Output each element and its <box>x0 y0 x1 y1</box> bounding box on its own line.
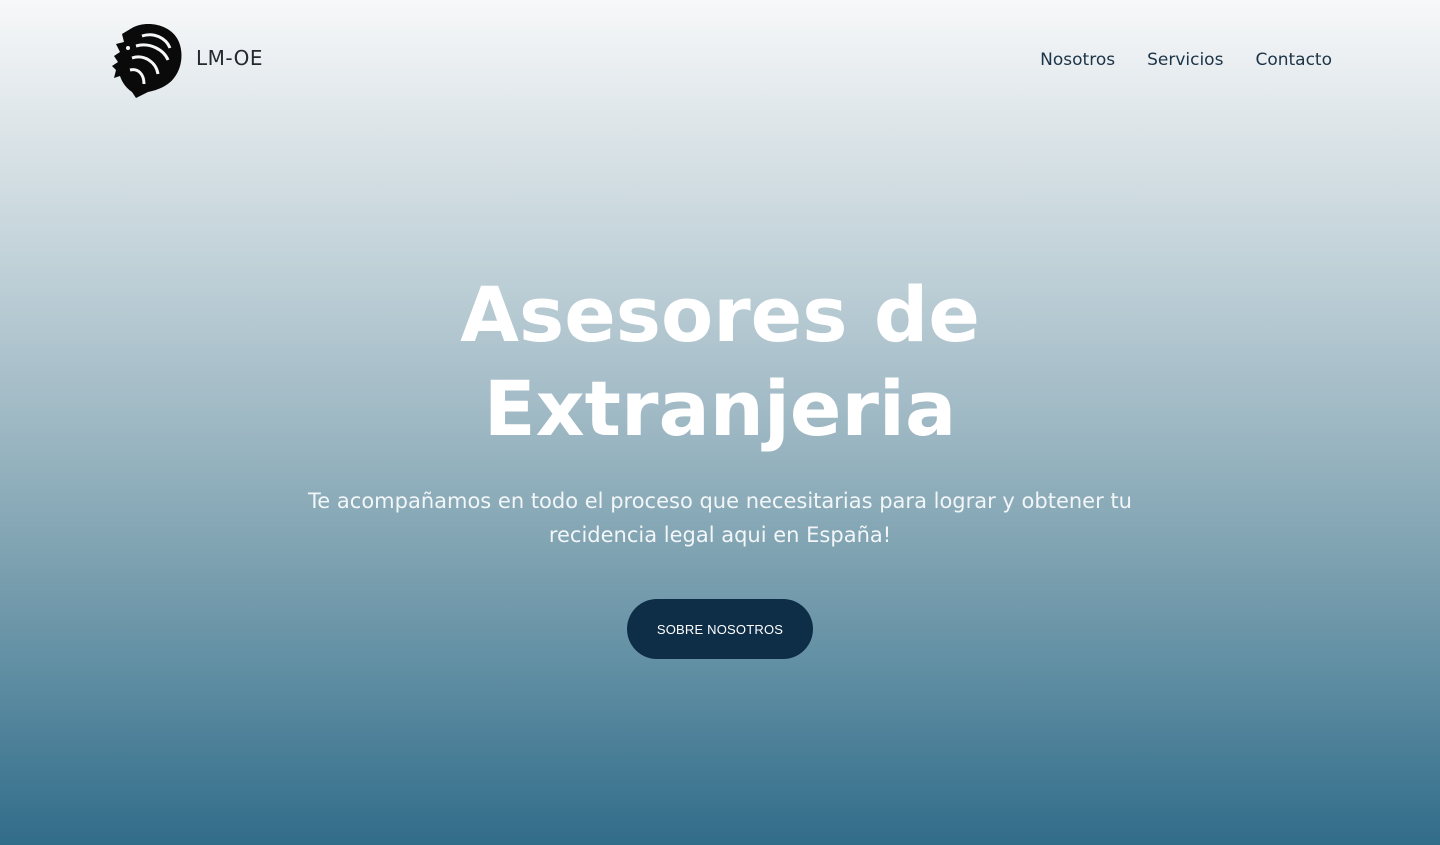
nav-link-nosotros[interactable]: Nosotros <box>1040 50 1115 70</box>
main-nav: Nosotros Servicios Contacto <box>1040 50 1332 70</box>
hero-title: Asesores de Extranjeria <box>0 268 1440 456</box>
site-header: LM-OE Nosotros Servicios Contacto <box>0 0 1440 120</box>
hero-subtitle-line-1: Te acompañamos en todo el proceso que ne… <box>308 489 1132 513</box>
hero-title-line-1: Asesores de <box>460 270 980 359</box>
lion-head-icon[interactable] <box>112 22 184 100</box>
sobre-nosotros-button[interactable]: SOBRE NOSOTROS <box>627 599 813 659</box>
nav-link-contacto[interactable]: Contacto <box>1255 50 1332 70</box>
nav-link-servicios[interactable]: Servicios <box>1147 50 1223 70</box>
brand-name[interactable]: LM-OE <box>196 46 263 70</box>
hero-subtitle: Te acompañamos en todo el proceso que ne… <box>300 484 1140 552</box>
hero-subtitle-line-2: recidencia legal aqui en España! <box>548 523 892 547</box>
hero-title-line-2: Extranjeria <box>483 364 957 453</box>
